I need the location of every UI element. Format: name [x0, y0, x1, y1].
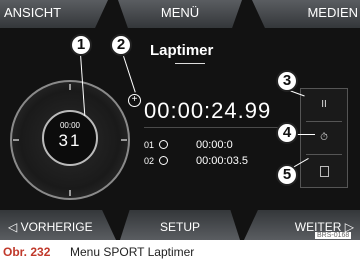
- tab-medien[interactable]: MEDIEN: [252, 0, 360, 28]
- callout-3: 3: [276, 70, 298, 92]
- top-tab-bar: ANSICHT MENÜ MEDIEN: [0, 0, 360, 28]
- lap-time: 00:00:03.5: [196, 155, 248, 167]
- dial-time: 00:00: [59, 121, 81, 130]
- setup-button[interactable]: SETUP: [120, 210, 240, 240]
- figure-caption: Obr. 232 Menu SPORT Laptimer: [0, 240, 360, 262]
- stopwatch-icon: [159, 156, 168, 165]
- stopwatch-icon: [159, 140, 168, 149]
- callout-leader: [123, 56, 136, 93]
- laptimer-screen: ANSICHT MENÜ MEDIEN Laptimer 00:00 31 + …: [0, 0, 360, 240]
- previous-button[interactable]: ◁ VORHERIGE: [0, 210, 116, 240]
- title-underline: [175, 63, 205, 64]
- tab-ansicht[interactable]: ANSICHT: [0, 0, 108, 28]
- callout-4: 4: [276, 122, 298, 144]
- tab-menu[interactable]: MENÜ: [118, 0, 242, 28]
- pause-button[interactable]: II: [300, 89, 348, 121]
- trash-icon: [319, 166, 329, 177]
- dial-tick: [69, 84, 71, 90]
- time-divider: [144, 127, 280, 128]
- dial-tick: [69, 190, 71, 196]
- callout-5: 5: [276, 164, 298, 186]
- caption-text: Menu SPORT Laptimer: [70, 245, 195, 259]
- lap-number: 01: [144, 140, 155, 150]
- lap-time: 00:00:0: [196, 139, 233, 151]
- lap-number: 02: [144, 156, 155, 166]
- bottom-tab-bar: ◁ VORHERIGE SETUP WEITER ▷: [0, 206, 360, 240]
- add-lap-icon[interactable]: +: [128, 94, 141, 107]
- dial-value: 31: [58, 131, 82, 150]
- delete-button[interactable]: [300, 155, 348, 187]
- dial-tick: [13, 139, 19, 141]
- reset-button[interactable]: ⏱: [300, 122, 348, 154]
- callout-2: 2: [110, 34, 132, 56]
- callout-1: 1: [70, 34, 92, 56]
- dial-tick: [121, 139, 127, 141]
- current-lap-time: 00:00:24.99: [144, 98, 272, 123]
- caption-label: Obr. 232: [3, 245, 51, 259]
- reference-code: BRS-0168: [315, 232, 352, 239]
- page-title: Laptimer: [150, 42, 214, 59]
